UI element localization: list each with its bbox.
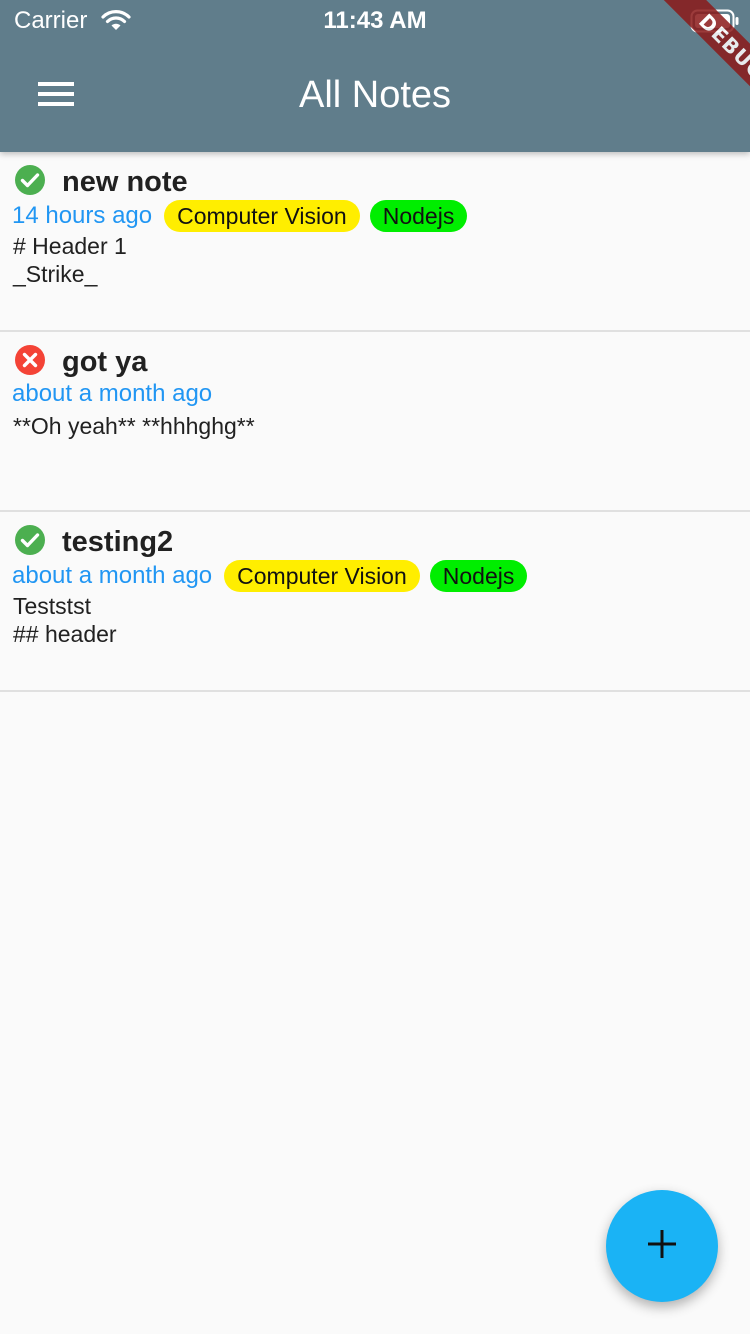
note-title: testing2	[62, 526, 174, 558]
status-time: 11:43 AM	[323, 7, 427, 34]
note-preview: Teststst ## header	[13, 593, 117, 647]
note-item[interactable]: got ya about a month ago **Oh yeah** **h…	[0, 332, 750, 512]
tag-chip[interactable]: Nodejs	[369, 200, 468, 232]
status-bar: Carrier 11:43 AM	[0, 0, 750, 40]
note-item[interactable]: testing2 about a month ago Computer Visi…	[0, 512, 750, 692]
note-timestamp: about a month ago	[12, 380, 213, 407]
app-bar: Carrier 11:43 AM All Notes	[0, 0, 750, 152]
add-note-button[interactable]	[606, 1190, 718, 1302]
tag-chip[interactable]: Nodejs	[429, 560, 528, 592]
note-item[interactable]: new note 14 hours ago Computer Vision No…	[0, 152, 750, 332]
plus-icon	[646, 1228, 678, 1265]
notes-list: new note 14 hours ago Computer Vision No…	[0, 152, 750, 692]
check-circle-icon	[14, 524, 46, 561]
note-title: got ya	[62, 346, 148, 378]
note-timestamp: 14 hours ago	[12, 202, 153, 229]
tag-chip[interactable]: Computer Vision	[224, 560, 420, 592]
x-circle-icon	[14, 344, 46, 381]
note-title: new note	[62, 166, 188, 198]
battery-icon	[690, 9, 740, 40]
tag-chip[interactable]: Computer Vision	[164, 200, 360, 232]
note-timestamp: about a month ago	[12, 562, 213, 589]
note-preview: **Oh yeah** **hhhghg**	[13, 413, 255, 439]
check-circle-icon	[14, 164, 46, 201]
page-title: All Notes	[298, 74, 452, 116]
note-preview: # Header 1 _Strike_	[13, 233, 127, 287]
